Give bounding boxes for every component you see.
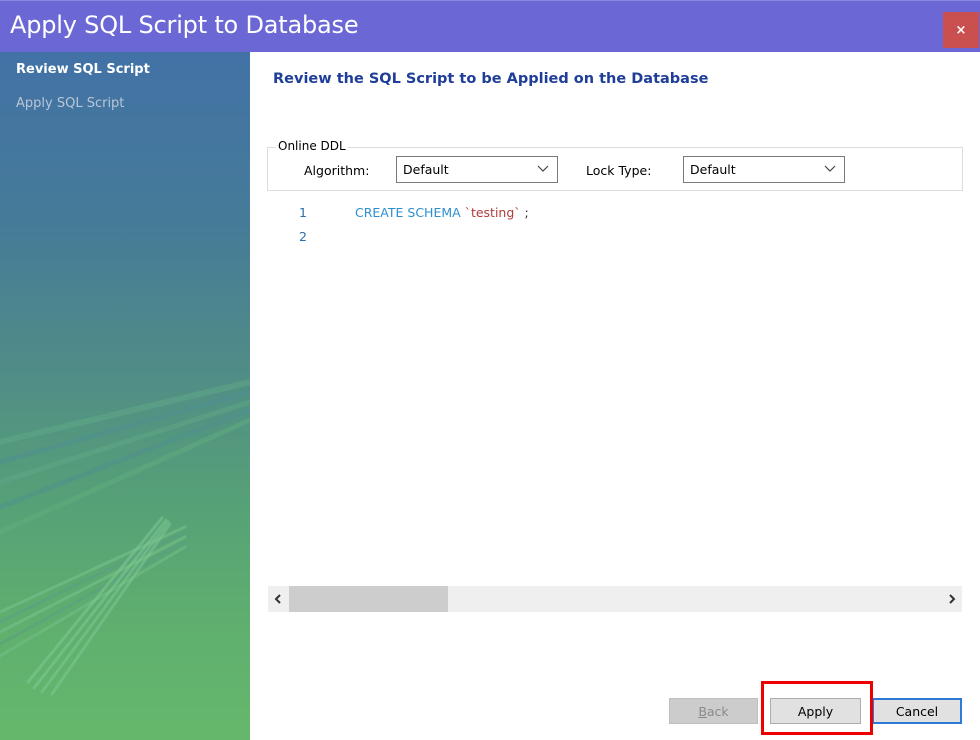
window-title: Apply SQL Script to Database (10, 11, 359, 39)
close-icon: × (955, 22, 967, 38)
sql-script-editor[interactable]: 1 CREATE SCHEMA `testing` ; 2 (268, 198, 962, 584)
algorithm-label: Algorithm: (304, 163, 370, 178)
sidebar-step-apply: Apply SQL Script (16, 96, 125, 111)
scroll-left-button[interactable] (268, 586, 288, 612)
code-line: CREATE SCHEMA `testing` ; (355, 205, 529, 220)
sql-identifier: `testing` (464, 205, 521, 220)
close-button[interactable]: × (943, 12, 979, 48)
back-mnemonic: B (698, 703, 707, 719)
line-number: 2 (299, 229, 307, 244)
scroll-right-button[interactable] (942, 586, 962, 612)
wizard-sidebar: Review SQL Script Apply SQL Script (0, 52, 250, 740)
lock-type-label: Lock Type: (586, 163, 652, 178)
chevron-left-icon (274, 594, 281, 604)
page-heading: Review the SQL Script to be Applied on t… (273, 71, 709, 87)
back-button[interactable]: Back (669, 698, 758, 724)
title-bar: Apply SQL Script to Database × (0, 0, 980, 52)
sql-terminator: ; (524, 205, 529, 220)
lock-type-select[interactable]: Default (683, 156, 845, 183)
sidebar-step-review: Review SQL Script (16, 62, 150, 77)
apply-button[interactable]: Apply (770, 698, 861, 724)
line-number: 1 (299, 205, 307, 220)
algorithm-value: Default (403, 162, 449, 177)
scrollbar-thumb[interactable] (289, 586, 448, 612)
online-ddl-legend: Online DDL (276, 139, 348, 153)
horizontal-scrollbar[interactable] (268, 586, 962, 612)
cancel-button[interactable]: Cancel (872, 698, 962, 724)
sql-keyword: CREATE SCHEMA (355, 205, 461, 220)
algorithm-select[interactable]: Default (396, 156, 558, 183)
chevron-down-icon (824, 165, 836, 172)
lock-type-value: Default (690, 162, 736, 177)
chevron-down-icon (537, 165, 549, 172)
sidebar-decoration-icon (0, 379, 250, 696)
back-label: ack (706, 703, 729, 719)
chevron-right-icon (949, 594, 956, 604)
